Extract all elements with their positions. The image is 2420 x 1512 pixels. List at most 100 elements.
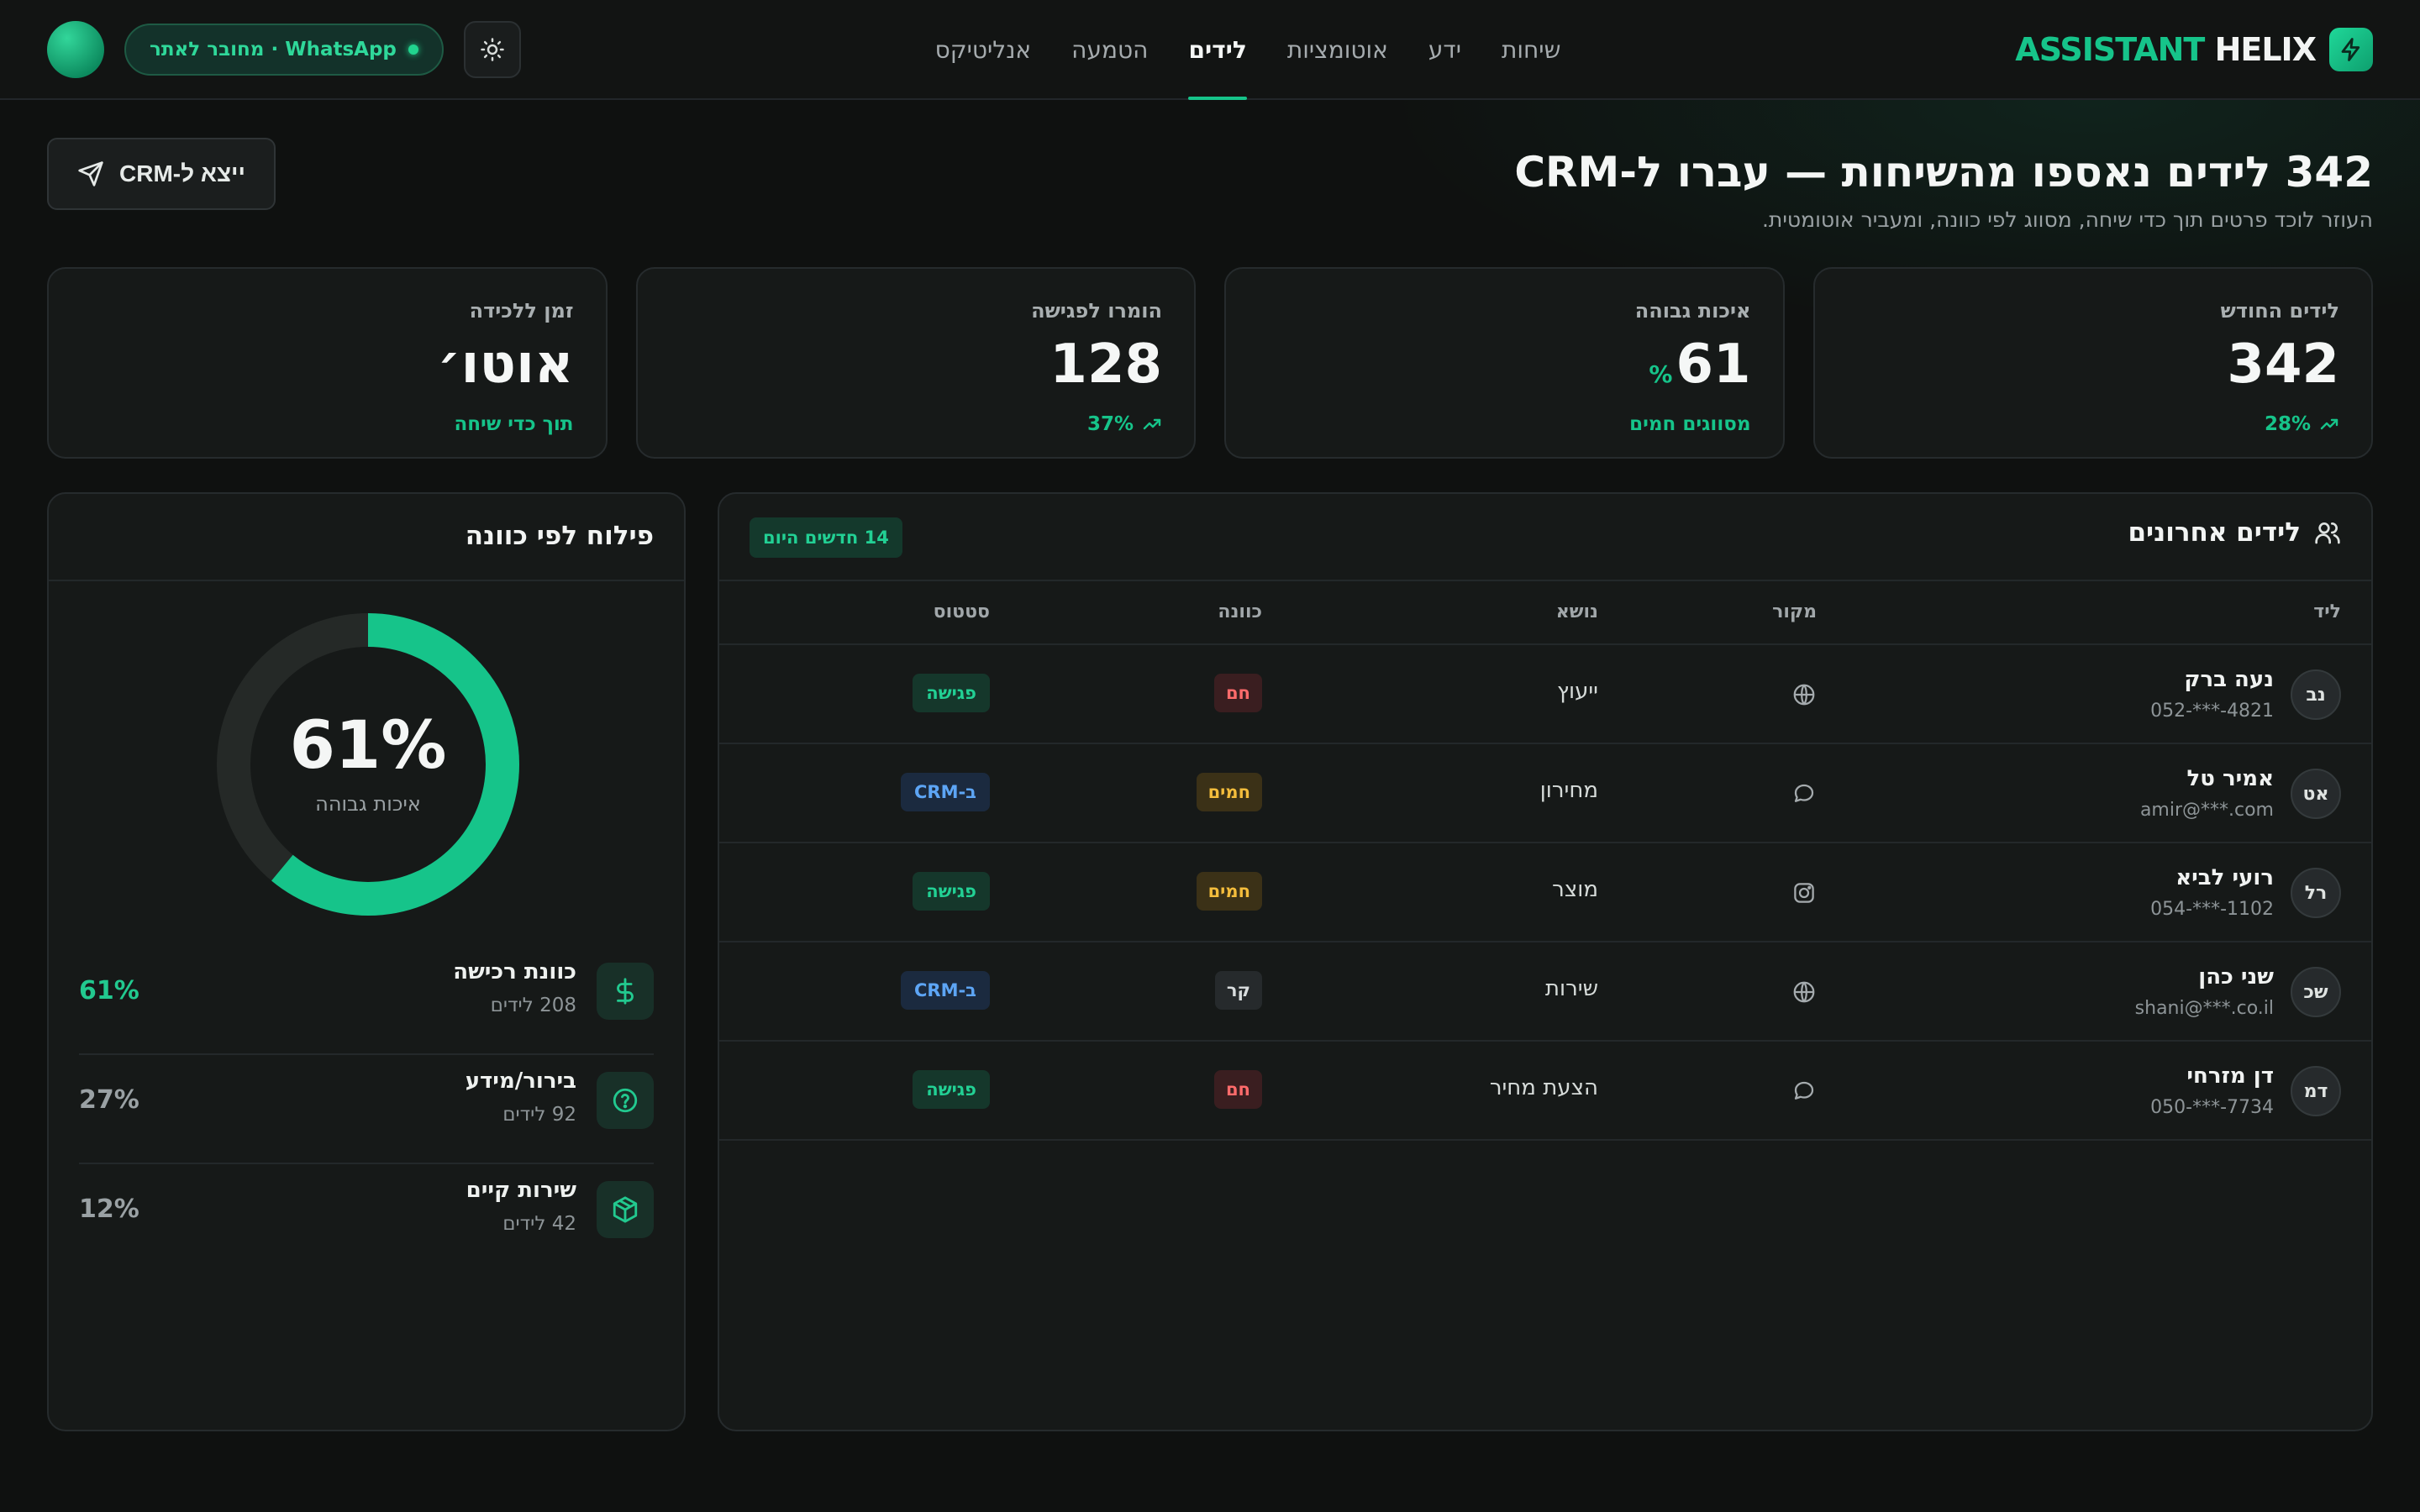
- intent-panel-title: פילוח לפי כוונה: [465, 521, 654, 551]
- trend-up-icon: [2320, 418, 2338, 430]
- intent-item-count: 208 לידים: [490, 995, 576, 1016]
- page-title: 342 לידים נאספו מהשיחות — עברו ל-CRM: [1514, 148, 2373, 197]
- intent-item-service[interactable]: שירות קיים 42 לידים 12%: [79, 1164, 654, 1273]
- status-badge: פגישה: [913, 1070, 990, 1109]
- recent-leads-panel: לידים אחרונים 14 חדשים היום ליד מקור נוש…: [718, 492, 2373, 1431]
- kpi-value: 128: [1050, 333, 1162, 396]
- users-icon: [2315, 522, 2340, 544]
- main-nav: שיחות ידע אוטומציות לידים הטמעה אנליטיקס: [924, 0, 1571, 100]
- intent-item-percent: 61%: [79, 976, 139, 1005]
- top-bar: ASSISTANT HELIX שיחות ידע אוטומציות לידי…: [0, 0, 2420, 100]
- top-actions: WhatsApp · מחובר לאתר: [47, 20, 521, 79]
- lead-avatar: נב: [2291, 669, 2341, 720]
- column-status[interactable]: סטטוס: [934, 601, 990, 622]
- connection-label: WhatsApp · מחובר לאתר: [150, 39, 397, 60]
- donut-caption: איכות גבוהה: [315, 792, 421, 816]
- question-icon: [597, 1072, 654, 1129]
- status-badge: פגישה: [913, 674, 990, 712]
- lead-topic: מוצר: [1552, 877, 1598, 902]
- globe-icon: [1793, 684, 1815, 706]
- intent-item-name: בירור/מידע: [465, 1068, 576, 1094]
- status-badge: ב-CRM: [900, 773, 990, 811]
- lead-contact: amir@***.com: [2139, 800, 2274, 821]
- whatsapp-connection-status[interactable]: WhatsApp · מחובר לאתר: [124, 24, 444, 76]
- column-lead[interactable]: ליד: [2313, 601, 2341, 622]
- kpi-card-leads-month[interactable]: לידים החודש 342 28%: [1812, 267, 2373, 459]
- lead-avatar: אט: [2291, 769, 2341, 819]
- kpi-card-capture-time[interactable]: זמן ללכידה אוטו׳ תוך כדי שיחה: [47, 267, 608, 459]
- kpi-label: זמן ללכידה: [469, 299, 574, 323]
- column-intent[interactable]: כוונה: [1218, 601, 1262, 622]
- kpi-trend: 37%: [670, 413, 1163, 435]
- nav-item-deployment[interactable]: הטמעה: [1071, 0, 1148, 100]
- intent-badge: קר: [1214, 971, 1262, 1010]
- intent-item-purchase[interactable]: כוונת רכישה 208 לידים 61%: [79, 946, 654, 1055]
- box-icon: [597, 1181, 654, 1238]
- new-today-badge: 14 חדשים היום: [750, 517, 902, 558]
- intent-badge: חמים: [1196, 872, 1262, 911]
- table-row[interactable]: רל רועי לביא 054-***-1102 מוצר חמים פגיש…: [719, 843, 2371, 942]
- brand[interactable]: ASSISTANT HELIX: [2015, 25, 2373, 74]
- table-row[interactable]: שכ שני כהן shani@***.co.il שירות קר ב-CR…: [719, 942, 2371, 1042]
- export-label: ייצא ל-CRM: [119, 160, 245, 186]
- nav-item-analytics[interactable]: אנליטיקס: [935, 0, 1032, 100]
- user-avatar[interactable]: [47, 21, 104, 78]
- export-to-crm-button[interactable]: ייצא ל-CRM: [47, 138, 276, 210]
- send-icon: [78, 161, 103, 186]
- nav-item-leads[interactable]: לידים: [1188, 0, 1248, 100]
- intent-item-name: שירות קיים: [466, 1178, 576, 1203]
- intent-item-percent: 12%: [79, 1194, 139, 1224]
- status-dot-icon: [408, 45, 418, 55]
- lead-name: דן מזרחי: [2186, 1063, 2274, 1089]
- lead-name: אמיר טל: [2186, 766, 2275, 791]
- donut-center: 61% איכות גבוהה: [215, 612, 521, 917]
- lead-contact: 054-***-1102: [2150, 899, 2274, 920]
- kpi-note: תוך כדי שיחה: [454, 413, 574, 435]
- lead-topic: מחירון: [1539, 778, 1598, 803]
- lead-avatar: רל: [2291, 868, 2341, 918]
- leads-title: לידים אחרונים: [2128, 517, 2341, 548]
- nav-item-automations[interactable]: אוטומציות: [1287, 0, 1388, 100]
- kpi-value: אוטו׳: [437, 333, 574, 396]
- lead-topic: שירות: [1544, 976, 1598, 1001]
- lead-name: שני כהן: [2198, 964, 2274, 990]
- lead-avatar: שכ: [2291, 967, 2341, 1017]
- intent-badge: חם: [1213, 674, 1262, 712]
- table-row[interactable]: דמ דן מזרחי 050-***-7734 הצעת מחיר חם פג…: [719, 1042, 2371, 1141]
- theme-toggle-button[interactable]: [463, 21, 521, 78]
- table-row[interactable]: נב נעה ברק 052-***-4821 ייעוץ חם פגישה: [719, 645, 2371, 744]
- lead-contact: 052-***-4821: [2150, 701, 2274, 722]
- brand-name: ASSISTANT HELIX: [2015, 31, 2317, 68]
- lead-name: רועי לביא: [2175, 865, 2274, 890]
- lead-topic: ייעוץ: [1556, 679, 1598, 704]
- intent-panel-header: פילוח לפי כוונה: [49, 494, 684, 581]
- intent-badge: חמים: [1196, 773, 1262, 811]
- lead-contact: 050-***-7734: [2150, 1097, 2274, 1118]
- intent-item-percent: 27%: [79, 1085, 139, 1115]
- column-source[interactable]: מקור: [1772, 601, 1817, 622]
- nav-item-conversations[interactable]: שיחות: [1502, 0, 1560, 100]
- instagram-icon: [1794, 883, 1814, 903]
- intent-item-count: 42 לידים: [502, 1213, 576, 1235]
- globe-icon: [1793, 981, 1815, 1003]
- status-badge: פגישה: [913, 872, 990, 911]
- lead-contact: shani@***.co.il: [2134, 998, 2274, 1019]
- kpi-note: מסווגים חמים: [1629, 413, 1751, 435]
- intent-item-count: 92 לידים: [502, 1104, 576, 1126]
- kpi-card-converted[interactable]: הומרו לפגישה 128 37%: [635, 267, 1196, 459]
- kpi-card-high-quality[interactable]: איכות גבוהה 61% מסווגים חמים: [1224, 267, 1785, 459]
- leads-table-header: ליד מקור נושא כוונה סטטוס: [719, 581, 2371, 645]
- page-subtitle: העוזר לוכד פרטים תוך כדי שיחה, מסווג לפי…: [1761, 207, 2373, 232]
- kpi-label: לידים החודש: [2220, 299, 2339, 323]
- kpi-trend: 28%: [1847, 413, 2340, 435]
- trend-up-icon: [1143, 418, 1161, 430]
- table-row[interactable]: אט אמיר טל amir@***.com מחירון חמים ב-CR…: [719, 744, 2371, 843]
- nav-item-knowledge[interactable]: ידע: [1428, 0, 1461, 100]
- kpi-row: לידים החודש 342 28% איכות גבוהה 61% מסוו…: [47, 267, 2373, 459]
- status-badge: ב-CRM: [900, 971, 990, 1010]
- sun-icon: [481, 38, 504, 61]
- intent-item-inquiry[interactable]: בירור/מידע 92 לידים 27%: [79, 1055, 654, 1164]
- column-topic[interactable]: נושא: [1556, 601, 1598, 622]
- quality-donut-chart: 61% איכות גבוהה: [215, 612, 521, 917]
- chat-icon: [1794, 784, 1814, 802]
